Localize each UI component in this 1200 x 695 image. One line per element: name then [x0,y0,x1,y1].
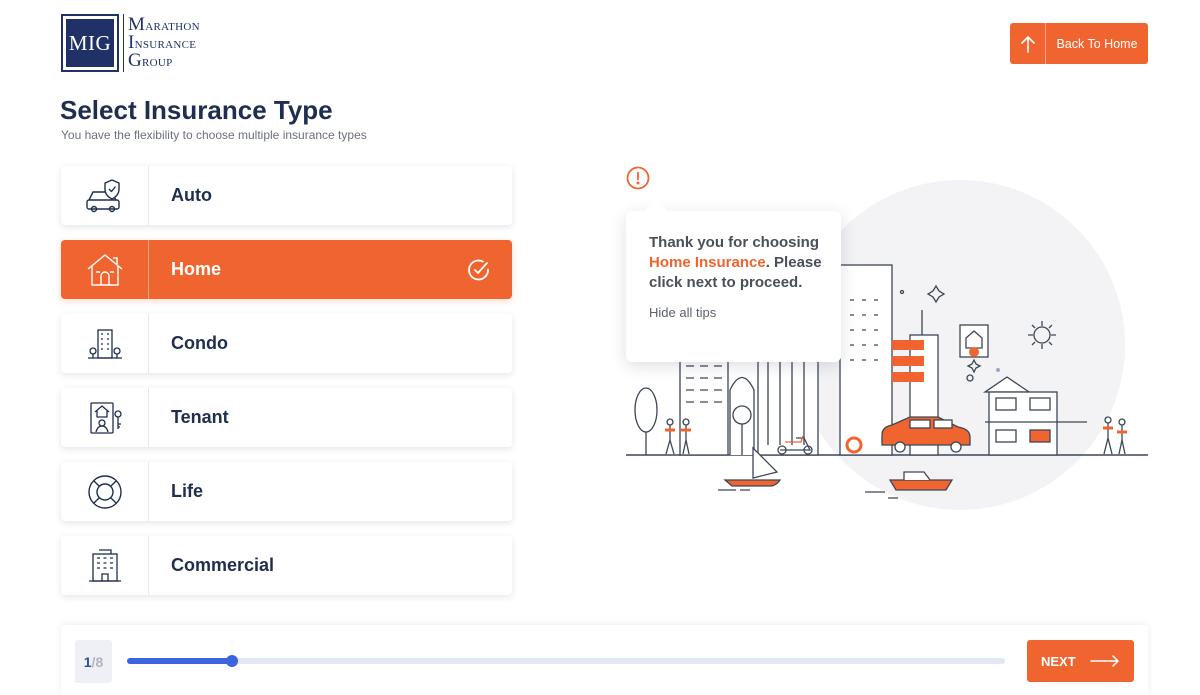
option-life[interactable]: Life [61,462,512,521]
option-auto[interactable]: Auto [61,166,512,225]
option-condo[interactable]: Condo [61,314,512,373]
logo-mark-text: MIG [66,19,114,67]
logo-line-1: Marathon [128,14,200,35]
option-label: Home [171,259,222,279]
option-label: Tenant [171,407,229,427]
tip-message: Thank you for choosing Home Insurance. P… [649,233,823,293]
option-label: Condo [171,333,228,353]
progress-track [127,655,1005,667]
option-commercial[interactable]: Commercial [61,536,512,595]
logo-line-3: Group [128,50,173,71]
page-subtitle: You have the flexibility to choose multi… [61,128,367,142]
next-label: NEXT [1041,653,1076,669]
check-circle-icon [468,259,489,281]
tip-message-highlight: Home Insurance [649,254,766,271]
hide-all-tips-link[interactable]: Hide all tips [649,305,823,320]
arrow-up-icon [1010,23,1046,64]
step-counter: 1/8 [75,640,112,683]
progress-fill [127,658,233,664]
option-tenant[interactable]: Tenant [61,388,512,447]
footer-progress-bar: 1/8 NEXT [61,625,1148,695]
back-to-home-button[interactable]: Back To Home [1010,23,1148,64]
house-icon [61,240,149,299]
next-button[interactable]: NEXT [1027,640,1134,682]
tip-popover: Thank you for choosing Home Insurance. P… [626,211,841,362]
option-label: Auto [171,185,212,205]
condo-building-icon [61,314,149,373]
page-title: Select Insurance Type [60,95,333,125]
option-label: Commercial [171,555,275,575]
alert-icon [626,166,650,190]
current-step: 1 [83,653,92,670]
option-home[interactable]: Home [61,240,512,299]
progress-knob[interactable] [226,655,239,667]
back-to-home-label: Back To Home [1056,36,1138,51]
office-building-icon [61,536,149,595]
logo-divider [123,14,124,72]
total-steps: 8 [95,653,104,670]
car-shield-icon [61,166,149,225]
tenant-icon [61,388,149,447]
arrow-right-icon [1089,655,1119,667]
logo-wordmark: Marathon Insurance Group [128,16,200,70]
lifebuoy-icon [61,462,149,521]
logo-mark: MIG [61,14,119,72]
insurance-type-list: Auto Home Condo Tenant Life Commercial [61,166,512,610]
company-logo: MIG Marathon Insurance Group [61,14,200,72]
option-label: Life [171,481,204,501]
tip-message-start: Thank you for choosing [649,234,820,251]
